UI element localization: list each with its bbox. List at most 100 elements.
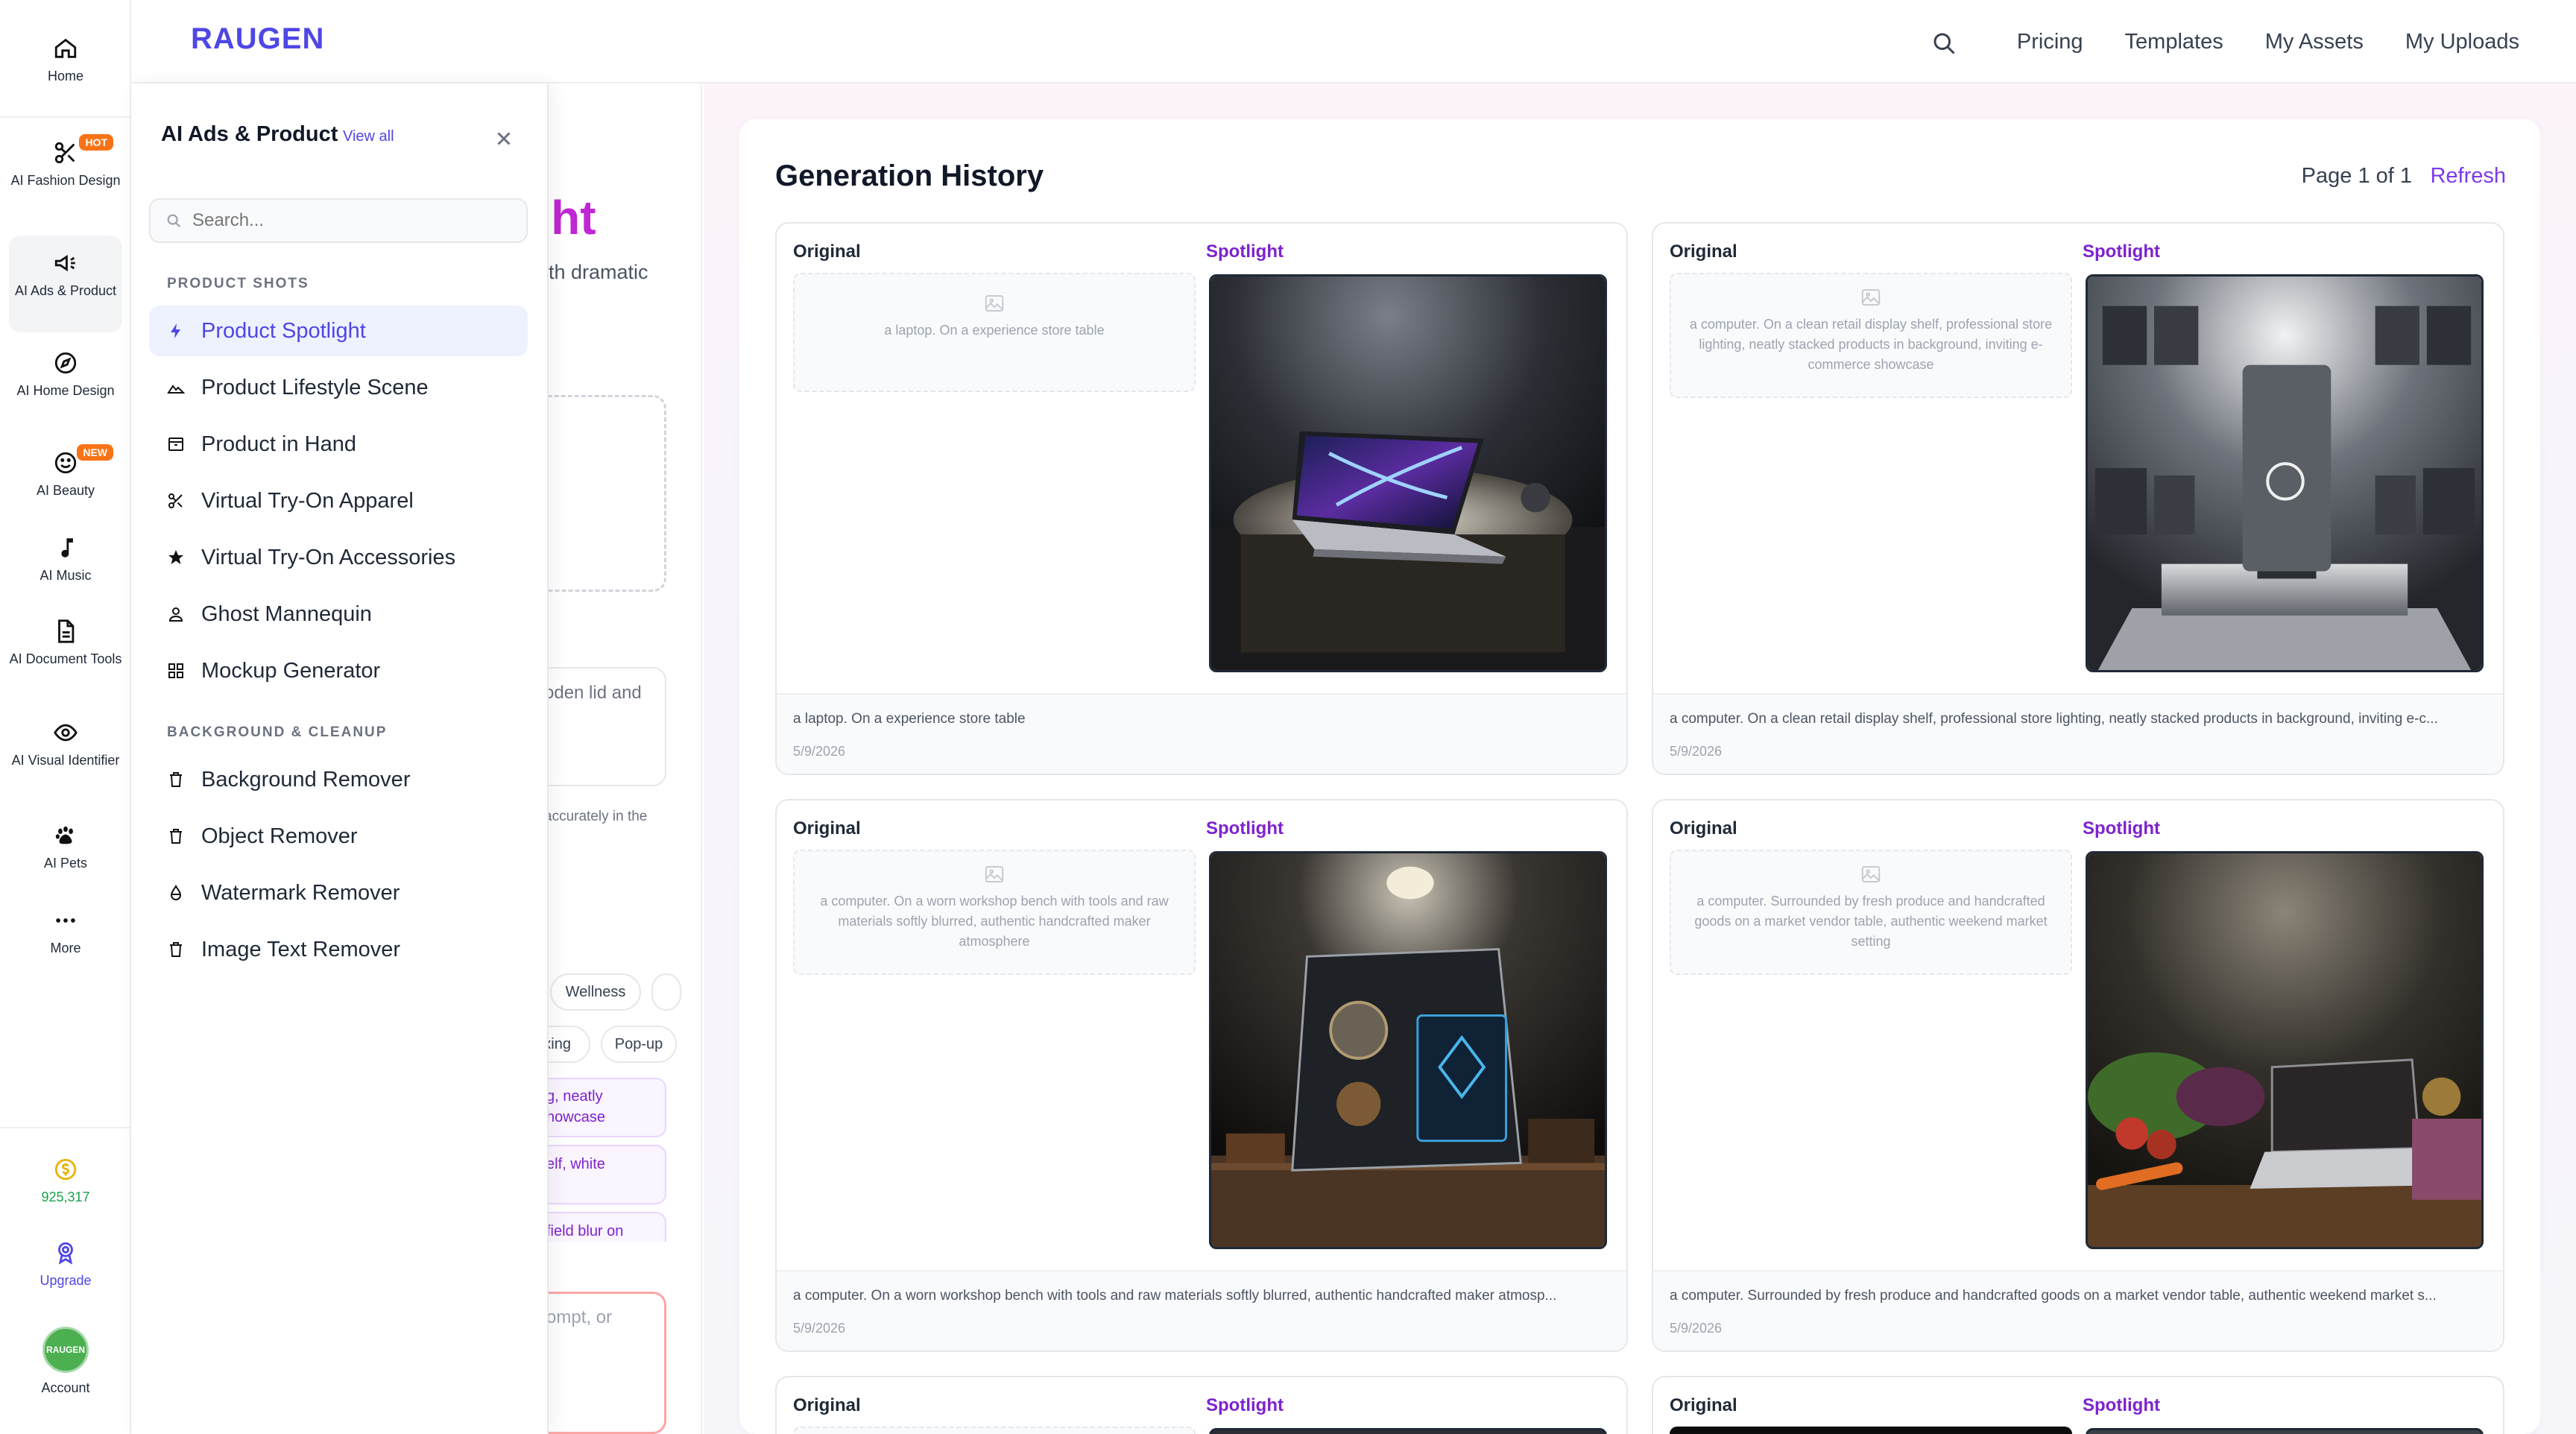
- card-footer: a computer. Surrounded by fresh produce …: [1653, 1270, 2503, 1351]
- result-label: Spotlight: [1206, 241, 1284, 262]
- result-image[interactable]: [2086, 851, 2484, 1249]
- upgrade-label: Upgrade: [40, 1273, 92, 1288]
- account-button[interactable]: RAUGEN Account: [9, 1327, 122, 1401]
- rail-item-more[interactable]: More: [9, 908, 122, 970]
- search-icon[interactable]: [1931, 30, 1957, 57]
- result-image[interactable]: [2086, 274, 2484, 672]
- award-icon: [58, 1242, 73, 1265]
- music-note-icon: [61, 538, 73, 558]
- view-all-link[interactable]: View all: [343, 128, 394, 145]
- computer-display-image: [2088, 277, 2481, 670]
- rail-item-ai-home-design[interactable]: AI Home Design: [9, 350, 122, 428]
- credits-balance[interactable]: 925,317: [9, 1157, 122, 1216]
- rail-item-ai-ads-product[interactable]: AI Ads & Product: [9, 236, 122, 332]
- rail-label: AI Music: [40, 568, 92, 583]
- rail-label: AI Beauty: [36, 483, 95, 498]
- avatar-text: RAUGEN: [45, 1345, 85, 1355]
- nav-my-uploads[interactable]: My Uploads: [2405, 30, 2519, 54]
- suggestion-line: howcase: [546, 1109, 605, 1125]
- flyout-search[interactable]: [149, 198, 528, 243]
- image-placeholder-icon: [1861, 866, 1881, 882]
- menu-item-watermark-remover[interactable]: Watermark Remover: [149, 868, 528, 918]
- rail-label: AI Visual Identifier: [11, 753, 120, 768]
- menu-item-label: Product Spotlight: [201, 318, 366, 343]
- lightning-icon: [171, 323, 180, 338]
- history-card[interactable]: Original Spotlight a computer. On a worn…: [775, 799, 1628, 1352]
- grid-icon: [168, 663, 183, 678]
- rail-item-ai-visual-identifier[interactable]: AI Visual Identifier: [9, 720, 122, 797]
- result-image[interactable]: [2086, 1428, 2484, 1434]
- rail-divider: [0, 116, 131, 118]
- helper-text: accurately in the: [544, 809, 648, 824]
- history-card[interactable]: Original Spotlight a computer. Surrounde…: [1652, 799, 2504, 1352]
- star-icon: [168, 550, 183, 564]
- rail-item-ai-pets[interactable]: AI Pets: [9, 823, 122, 885]
- rail-item-ai-fashion-design[interactable]: HOT AI Fashion Design: [9, 134, 122, 218]
- more-dots-icon: [56, 918, 75, 923]
- card-date: 5/9/2026: [793, 744, 846, 759]
- refresh-button[interactable]: Refresh: [2430, 164, 2506, 189]
- section-product-shots: PRODUCT SHOTS: [167, 276, 309, 291]
- menu-item-mockup-generator[interactable]: Mockup Generator: [149, 645, 528, 696]
- result-image[interactable]: [1209, 1428, 1607, 1434]
- menu-item-image-text-remover[interactable]: Image Text Remover: [149, 924, 528, 975]
- scene-chip-wellness[interactable]: Wellness: [550, 973, 641, 1011]
- result-image[interactable]: [1209, 851, 1607, 1249]
- original-placeholder: [793, 1427, 1196, 1434]
- scene-chip[interactable]: [651, 973, 681, 1011]
- rail-item-ai-beauty[interactable]: NEW AI Beauty: [9, 444, 122, 513]
- history-card[interactable]: Original Spotlight a computer. On a clea…: [1652, 222, 2504, 775]
- original-prompt: a computer. Surrounded by fresh produce …: [1694, 894, 2048, 949]
- tool-subtitle: ith dramatic: [544, 261, 648, 283]
- scene-chip-pop-up[interactable]: Pop-up: [601, 1026, 677, 1063]
- laptop-spotlight-image: [1211, 277, 1605, 670]
- flyout-search-input[interactable]: [192, 210, 505, 231]
- menu-item-virtual-try-on-apparel[interactable]: Virtual Try-On Apparel: [149, 476, 528, 526]
- original-label: Original: [1670, 818, 1737, 838]
- category-flyout: AI Ads & Product View all PRODUCT SHOTS …: [131, 83, 549, 1434]
- history-card[interactable]: Original Spotlight: [1652, 1376, 2504, 1434]
- rail-item-ai-music[interactable]: AI Music: [9, 535, 122, 598]
- suggestion-text: elf, white: [546, 1156, 605, 1172]
- result-image[interactable]: [1209, 274, 1607, 672]
- original-placeholder: a computer. On a clean retail display sh…: [1670, 273, 2072, 398]
- upgrade-button[interactable]: Upgrade: [9, 1240, 122, 1300]
- original-prompt: a computer. On a clean retail display sh…: [1689, 317, 2053, 372]
- menu-item-label: Background Remover: [201, 767, 411, 792]
- nav-pricing[interactable]: Pricing: [2017, 30, 2083, 54]
- card-date: 5/9/2026: [1670, 744, 1723, 759]
- original-label: Original: [793, 818, 861, 838]
- suggestion-text: g, neatly howcase: [546, 1086, 605, 1128]
- menu-item-product-in-hand[interactable]: Product in Hand: [149, 419, 528, 470]
- menu-item-virtual-try-on-accessories[interactable]: Virtual Try-On Accessories: [149, 532, 528, 583]
- menu-item-product-spotlight[interactable]: Product Spotlight: [149, 306, 528, 356]
- menu-item-label: Virtual Try-On Accessories: [201, 545, 456, 569]
- rail-divider: [0, 1127, 131, 1128]
- image-placeholder-icon: [985, 866, 1004, 882]
- history-card[interactable]: Original Spotlight a laptop. On a experi…: [775, 222, 1628, 775]
- close-icon[interactable]: [490, 125, 517, 152]
- original-placeholder: a computer. On a worn workshop bench wit…: [793, 850, 1196, 975]
- scissors-icon: [168, 493, 183, 508]
- nav-templates[interactable]: Templates: [2125, 30, 2223, 54]
- suggestion-text: field blur on: [546, 1223, 624, 1239]
- menu-item-label: Mockup Generator: [201, 658, 381, 683]
- rail-label: AI Ads & Product: [14, 283, 117, 298]
- rail-label: More: [50, 941, 81, 956]
- menu-item-label: Watermark Remover: [201, 880, 400, 905]
- menu-item-ghost-mannequin[interactable]: Ghost Mannequin: [149, 589, 528, 639]
- original-placeholder: a computer. Surrounded by fresh produce …: [1670, 850, 2072, 975]
- image-placeholder-icon: [1861, 289, 1881, 306]
- rail-label: AI Document Tools: [9, 651, 122, 666]
- smile-icon: [54, 452, 77, 474]
- menu-item-object-remover[interactable]: Object Remover: [149, 811, 528, 862]
- brand-logo[interactable]: RAUGEN: [191, 22, 324, 56]
- rail-item-ai-document-tools[interactable]: AI Document Tools: [9, 619, 122, 696]
- rail-item-home[interactable]: Home: [9, 36, 122, 95]
- original-label: Original: [793, 1395, 861, 1415]
- menu-item-product-lifestyle-scene[interactable]: Product Lifestyle Scene: [149, 362, 528, 413]
- nav-my-assets[interactable]: My Assets: [2265, 30, 2364, 54]
- menu-item-background-remover[interactable]: Background Remover: [149, 754, 528, 805]
- history-card[interactable]: Original Spotlight: [775, 1376, 1628, 1434]
- original-label: Original: [793, 241, 861, 262]
